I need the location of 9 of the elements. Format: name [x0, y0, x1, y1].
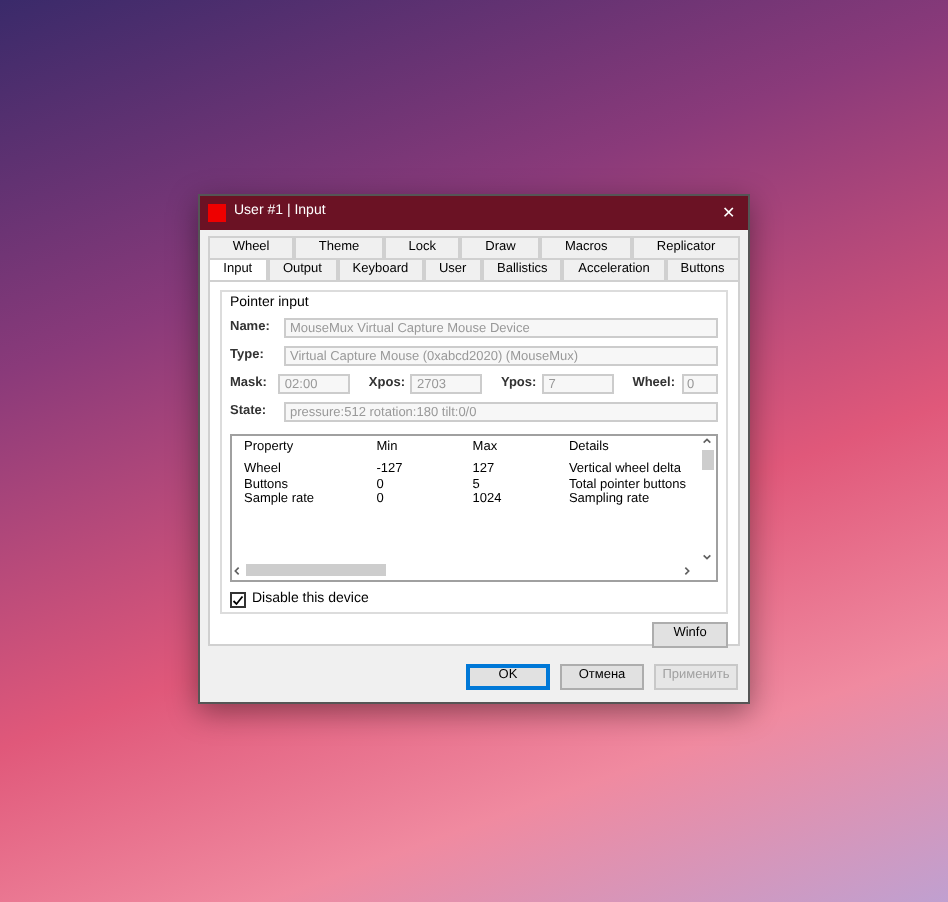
scroll-down-icon[interactable]: [702, 551, 712, 562]
scroll-up-icon[interactable]: [702, 435, 712, 446]
scroll-right-icon[interactable]: [682, 565, 692, 576]
checkbox[interactable]: [230, 592, 246, 609]
app-icon: [208, 204, 226, 222]
scroll-left-icon[interactable]: [232, 565, 242, 576]
scroll-thumb[interactable]: [701, 449, 713, 470]
scroll-thumb[interactable]: [246, 564, 386, 577]
close-button[interactable]: ✕: [718, 203, 740, 223]
